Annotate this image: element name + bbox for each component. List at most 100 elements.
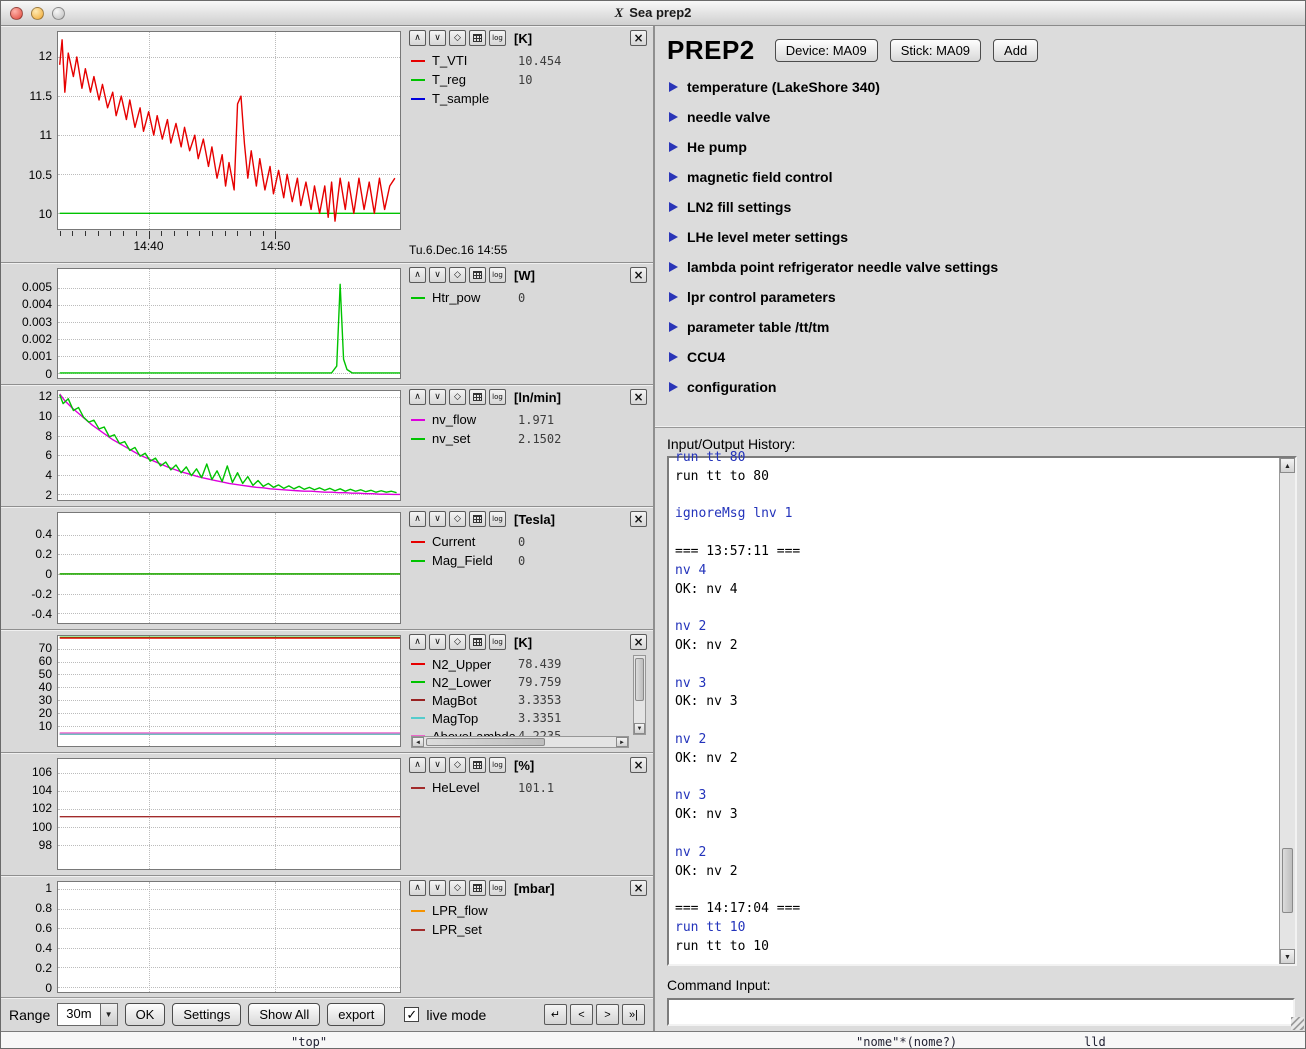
settings-button[interactable]: Settings bbox=[172, 1003, 241, 1026]
plot-area-needle-valve[interactable] bbox=[57, 390, 401, 501]
chart-close-button[interactable]: × bbox=[630, 634, 647, 650]
stick-button[interactable]: Stick: MA09 bbox=[890, 39, 981, 62]
tree-item-lambda-point-refrigerator-needle-valve-settings[interactable]: lambda point refrigerator needle valve s… bbox=[655, 252, 1305, 282]
plot-area-helium-level[interactable] bbox=[57, 758, 401, 870]
chart-grid-button[interactable] bbox=[469, 389, 486, 405]
tree-item-configuration[interactable]: configuration bbox=[655, 372, 1305, 402]
window-titlebar[interactable]: XSea prep2 bbox=[1, 1, 1305, 26]
chart-log-scale-button[interactable]: log bbox=[489, 757, 506, 773]
scrollbar-thumb[interactable] bbox=[635, 658, 644, 701]
expand-arrow-icon[interactable] bbox=[669, 232, 678, 242]
add-button[interactable]: Add bbox=[993, 39, 1038, 62]
plot-area-cryo-temperatures[interactable] bbox=[57, 635, 401, 747]
chart-pan-up-button[interactable]: ∧ bbox=[409, 757, 426, 773]
chart-close-button[interactable]: × bbox=[630, 757, 647, 773]
expand-arrow-icon[interactable] bbox=[669, 352, 678, 362]
tree-item-ln2-fill-settings[interactable]: LN2 fill settings bbox=[655, 192, 1305, 222]
expand-arrow-icon[interactable] bbox=[669, 322, 678, 332]
tree-item-lhe-level-meter-settings[interactable]: LHe level meter settings bbox=[655, 222, 1305, 252]
chart-grid-button[interactable] bbox=[469, 634, 486, 650]
chart-log-scale-button[interactable]: log bbox=[489, 511, 506, 527]
ok-button[interactable]: OK bbox=[125, 1003, 166, 1026]
chart-grid-button[interactable] bbox=[469, 880, 486, 896]
chart-auto-scale-button[interactable]: ◇ bbox=[449, 267, 466, 283]
expand-arrow-icon[interactable] bbox=[669, 382, 678, 392]
scroll-down-arrow[interactable]: ▼ bbox=[634, 723, 645, 734]
chart-close-button[interactable]: × bbox=[630, 389, 647, 405]
tree-item-he-pump[interactable]: He pump bbox=[655, 132, 1305, 162]
chart-pan-down-button[interactable]: ∨ bbox=[429, 634, 446, 650]
expand-arrow-icon[interactable] bbox=[669, 142, 678, 152]
tree-item-lpr-control-parameters[interactable]: lpr control parameters bbox=[655, 282, 1305, 312]
chart-log-scale-button[interactable]: log bbox=[489, 389, 506, 405]
chart-pan-down-button[interactable]: ∨ bbox=[429, 389, 446, 405]
chart-pan-down-button[interactable]: ∨ bbox=[429, 511, 446, 527]
chart-pan-down-button[interactable]: ∨ bbox=[429, 267, 446, 283]
scroll-down-arrow[interactable]: ▼ bbox=[1280, 949, 1295, 964]
show-all-button[interactable]: Show All bbox=[248, 1003, 320, 1026]
chart-auto-scale-button[interactable]: ◇ bbox=[449, 757, 466, 773]
chart-log-scale-button[interactable]: log bbox=[489, 267, 506, 283]
nav-latest-button[interactable]: »| bbox=[622, 1004, 645, 1025]
scrollbar-thumb[interactable] bbox=[426, 738, 545, 746]
io-history-box[interactable]: run tt 80run tt to 80 ignoreMsg lnv 1 ==… bbox=[667, 456, 1297, 966]
chart-pan-up-button[interactable]: ∧ bbox=[409, 389, 426, 405]
chart-pan-up-button[interactable]: ∧ bbox=[409, 267, 426, 283]
scroll-right-arrow[interactable]: ► bbox=[616, 737, 628, 747]
chart-grid-button[interactable] bbox=[469, 757, 486, 773]
chart-log-scale-button[interactable]: log bbox=[489, 30, 506, 46]
expand-arrow-icon[interactable] bbox=[669, 202, 678, 212]
expand-arrow-icon[interactable] bbox=[669, 292, 678, 302]
io-history-scrollbar[interactable]: ▲ ▼ bbox=[1279, 458, 1295, 964]
chart-pan-down-button[interactable]: ∨ bbox=[429, 757, 446, 773]
chart-pan-up-button[interactable]: ∧ bbox=[409, 880, 426, 896]
legend-vertical-scrollbar[interactable]: ▼ bbox=[633, 655, 646, 735]
expand-arrow-icon[interactable] bbox=[669, 262, 678, 272]
plot-area-heater-power[interactable] bbox=[57, 268, 401, 379]
plot-area-magnet[interactable] bbox=[57, 512, 401, 624]
redraw-button[interactable]: ↵ bbox=[544, 1004, 567, 1025]
tree-item-magnetic-field-control[interactable]: magnetic field control bbox=[655, 162, 1305, 192]
chart-pan-up-button[interactable]: ∧ bbox=[409, 511, 426, 527]
chart-auto-scale-button[interactable]: ◇ bbox=[449, 389, 466, 405]
device-button[interactable]: Device: MA09 bbox=[775, 39, 878, 62]
chart-log-scale-button[interactable]: log bbox=[489, 880, 506, 896]
expand-arrow-icon[interactable] bbox=[669, 112, 678, 122]
expand-arrow-icon[interactable] bbox=[669, 172, 678, 182]
expand-arrow-icon[interactable] bbox=[669, 82, 678, 92]
tree-item-ccu4[interactable]: CCU4 bbox=[655, 342, 1305, 372]
minimize-window-button[interactable] bbox=[31, 7, 44, 20]
plot-area-lpr[interactable] bbox=[57, 881, 401, 993]
chart-pan-down-button[interactable]: ∨ bbox=[429, 30, 446, 46]
zoom-window-button[interactable] bbox=[52, 7, 65, 20]
chart-close-button[interactable]: × bbox=[630, 880, 647, 896]
tree-item-parameter-table-tt-tm[interactable]: parameter table /tt/tm bbox=[655, 312, 1305, 342]
chart-close-button[interactable]: × bbox=[630, 30, 647, 46]
chart-grid-button[interactable] bbox=[469, 511, 486, 527]
command-input[interactable] bbox=[667, 998, 1295, 1026]
chart-close-button[interactable]: × bbox=[630, 267, 647, 283]
chart-auto-scale-button[interactable]: ◇ bbox=[449, 634, 466, 650]
chart-auto-scale-button[interactable]: ◇ bbox=[449, 30, 466, 46]
range-select[interactable]: 30m ▼ bbox=[57, 1003, 117, 1026]
chart-grid-button[interactable] bbox=[469, 267, 486, 283]
scroll-up-arrow[interactable]: ▲ bbox=[1280, 458, 1295, 473]
nav-next-button[interactable]: > bbox=[596, 1004, 619, 1025]
close-window-button[interactable] bbox=[10, 7, 23, 20]
chart-close-button[interactable]: × bbox=[630, 511, 647, 527]
chart-grid-button[interactable] bbox=[469, 30, 486, 46]
live-mode-checkbox[interactable]: ✓ bbox=[404, 1007, 419, 1022]
chart-auto-scale-button[interactable]: ◇ bbox=[449, 511, 466, 527]
chart-pan-up-button[interactable]: ∧ bbox=[409, 634, 426, 650]
scrollbar-thumb[interactable] bbox=[1282, 848, 1293, 914]
chart-auto-scale-button[interactable]: ◇ bbox=[449, 880, 466, 896]
tree-item-temperature-lakeshore-340[interactable]: temperature (LakeShore 340) bbox=[655, 72, 1305, 102]
chart-pan-down-button[interactable]: ∨ bbox=[429, 880, 446, 896]
chart-log-scale-button[interactable]: log bbox=[489, 634, 506, 650]
tree-item-needle-valve[interactable]: needle valve bbox=[655, 102, 1305, 132]
legend-horizontal-scrollbar[interactable]: ◄► bbox=[411, 736, 629, 748]
export-button[interactable]: export bbox=[327, 1003, 385, 1026]
scroll-left-arrow[interactable]: ◄ bbox=[412, 737, 424, 747]
nav-prev-button[interactable]: < bbox=[570, 1004, 593, 1025]
resize-grip[interactable] bbox=[1291, 1017, 1304, 1030]
